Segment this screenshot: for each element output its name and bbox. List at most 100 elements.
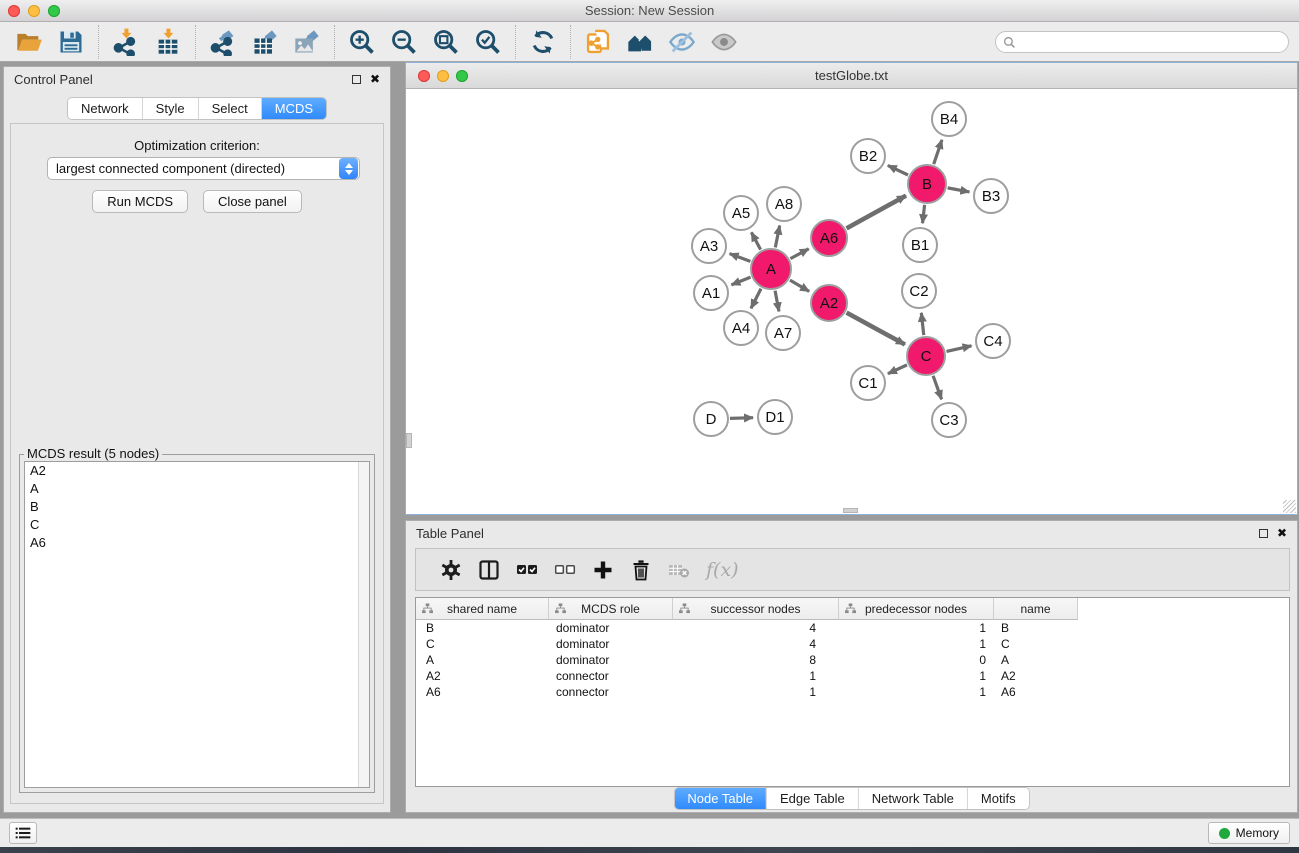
zoom-window-button[interactable]: [48, 5, 60, 17]
hide-panel-button[interactable]: [665, 26, 699, 58]
mcds-result-item[interactable]: A: [25, 480, 369, 498]
optimization-criterion-select[interactable]: largest connected component (directed): [47, 157, 360, 180]
column-header-name[interactable]: name: [994, 598, 1078, 620]
tab-edge-table[interactable]: Edge Table: [766, 788, 858, 809]
mcds-result-item[interactable]: A2: [25, 462, 369, 480]
close-window-button[interactable]: [8, 5, 20, 17]
close-panel-button[interactable]: Close panel: [203, 190, 302, 213]
show-eye-button[interactable]: [707, 26, 741, 58]
show-columns-button[interactable]: [472, 553, 506, 587]
search-input[interactable]: [1021, 35, 1288, 49]
edge-A-A3[interactable]: [730, 254, 751, 262]
export-table-button[interactable]: [248, 26, 282, 58]
edge-C-C3[interactable]: [933, 376, 941, 400]
edge-A6-B[interactable]: [847, 196, 906, 229]
list-scrollbar[interactable]: [358, 462, 369, 787]
table-row[interactable]: Cdominator41C: [416, 636, 1289, 652]
open-session-button[interactable]: [12, 26, 46, 58]
table-row[interactable]: Adominator80A: [416, 652, 1289, 668]
close-network-button[interactable]: [418, 70, 430, 82]
run-mcds-button[interactable]: Run MCDS: [92, 190, 188, 213]
tab-node-table[interactable]: Node Table: [674, 788, 766, 809]
edge-A-A7[interactable]: [775, 291, 779, 312]
edge-A2-C[interactable]: [847, 313, 905, 345]
edge-C-C2[interactable]: [921, 313, 923, 335]
select-all-button[interactable]: [510, 553, 544, 587]
edge-A-A4[interactable]: [751, 289, 761, 309]
node-label-C3: C3: [939, 412, 958, 429]
minimize-network-button[interactable]: [437, 70, 449, 82]
edge-A-A5[interactable]: [751, 232, 760, 249]
mcds-result-item[interactable]: B: [25, 498, 369, 516]
zoom-in-button[interactable]: [345, 26, 379, 58]
toolbar-separator: [98, 25, 99, 59]
control-panel: Control Panel ✖ NetworkStyleSelectMCDS O…: [3, 66, 391, 813]
tab-style[interactable]: Style: [142, 98, 198, 119]
edge-C-C4[interactable]: [946, 346, 971, 352]
zoom-fit-button[interactable]: [429, 26, 463, 58]
refresh-view-button[interactable]: [526, 26, 560, 58]
function-builder-button[interactable]: f(x): [706, 559, 739, 581]
search-field[interactable]: [995, 31, 1289, 53]
vertical-scroll-indicator[interactable]: [406, 433, 412, 448]
network-window-titlebar[interactable]: testGlobe.txt: [406, 63, 1297, 89]
mcds-result-item[interactable]: C: [25, 516, 369, 534]
float-panel-icon[interactable]: [352, 75, 361, 84]
edge-A-A6[interactable]: [790, 249, 808, 259]
network-canvas[interactable]: AA2A6BCA1A3A4A5A7A8B1B2B3B4C1C2C3C4DD1: [406, 89, 1297, 514]
tab-network[interactable]: Network: [68, 98, 142, 119]
resize-grip[interactable]: [1283, 500, 1296, 513]
copy-network-button[interactable]: [581, 26, 615, 58]
edge-A-A2[interactable]: [790, 280, 809, 291]
edge-B-B2[interactable]: [888, 165, 908, 175]
save-session-button[interactable]: [54, 26, 88, 58]
column-header-successor-nodes[interactable]: successor nodes: [673, 598, 839, 620]
add-column-button[interactable]: [586, 553, 620, 587]
import-table-button[interactable]: [151, 26, 185, 58]
node-label-A7: A7: [774, 325, 792, 342]
checked-boxes-icon: [515, 558, 539, 582]
tab-network-table[interactable]: Network Table: [858, 788, 967, 809]
close-panel-icon[interactable]: ✖: [370, 75, 380, 84]
tab-motifs[interactable]: Motifs: [967, 788, 1029, 809]
edge-B-B4[interactable]: [934, 140, 942, 164]
edge-C-C1[interactable]: [888, 365, 907, 374]
zoom-network-button[interactable]: [456, 70, 468, 82]
edge-B-B1[interactable]: [923, 205, 925, 223]
edge-B-B3[interactable]: [948, 188, 970, 192]
status-bar: Memory: [0, 818, 1299, 847]
import-network-button[interactable]: [109, 26, 143, 58]
delete-table-button[interactable]: [662, 553, 696, 587]
table-row[interactable]: Bdominator41B: [416, 620, 1289, 636]
table-options-button[interactable]: [434, 553, 468, 587]
save-icon: [57, 28, 85, 56]
float-table-panel-icon[interactable]: [1259, 529, 1268, 538]
close-table-panel-icon[interactable]: ✖: [1277, 529, 1287, 538]
table-row[interactable]: A2connector11A2: [416, 668, 1289, 684]
task-history-button[interactable]: [9, 822, 37, 844]
edge-A-A8[interactable]: [775, 226, 779, 248]
table-row[interactable]: A6connector11A6: [416, 684, 1289, 700]
export-image-icon: [293, 28, 321, 56]
tab-mcds[interactable]: MCDS: [261, 98, 326, 119]
memory-button[interactable]: Memory: [1208, 822, 1290, 844]
column-header-MCDS-role[interactable]: MCDS role: [549, 598, 673, 620]
deselect-all-button[interactable]: [548, 553, 582, 587]
zoom-out-button[interactable]: [387, 26, 421, 58]
minimize-window-button[interactable]: [28, 5, 40, 17]
horizontal-scroll-indicator[interactable]: [843, 508, 858, 513]
mcds-result-item[interactable]: A6: [25, 534, 369, 552]
export-network-button[interactable]: [206, 26, 240, 58]
edge-D-D1[interactable]: [730, 418, 753, 419]
zoom-selected-button[interactable]: [471, 26, 505, 58]
column-header-predecessor-nodes[interactable]: predecessor nodes: [839, 598, 994, 620]
column-header-shared-name[interactable]: shared name: [416, 598, 549, 620]
export-table-icon: [251, 28, 279, 56]
delete-column-button[interactable]: [624, 553, 658, 587]
copy-network-icon: [584, 28, 612, 56]
export-image-button[interactable]: [290, 26, 324, 58]
home-button[interactable]: [623, 26, 657, 58]
tab-select[interactable]: Select: [198, 98, 261, 119]
toolbar-separator: [195, 25, 196, 59]
edge-A-A1[interactable]: [731, 277, 750, 285]
